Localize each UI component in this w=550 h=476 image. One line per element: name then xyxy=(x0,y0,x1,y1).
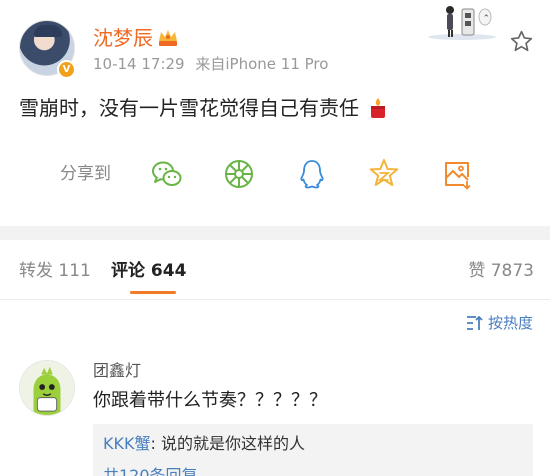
share-label: 分享到 xyxy=(60,164,111,184)
star-outline-icon[interactable] xyxy=(509,29,534,54)
weibo-post: V 沈梦辰 10-14 17:29 来自iPhone 11 Pro ⌃ 雪崩时，… xyxy=(0,0,550,226)
comment-text: 你跟着带什么节奏？？？？？ xyxy=(93,390,327,411)
tab-comment[interactable]: 评论 644 xyxy=(111,260,186,282)
post-meta: 10-14 17:29 来自iPhone 11 Pro xyxy=(93,55,328,73)
svg-text:⌃: ⌃ xyxy=(483,14,491,24)
post-content: 雪崩时，没有一片雪花觉得自己有责任 xyxy=(19,94,389,122)
sort-icon xyxy=(466,315,483,330)
active-tab-indicator xyxy=(130,291,176,294)
commenter-avatar[interactable] xyxy=(19,360,75,416)
post-date: 10-14 17:29 xyxy=(93,55,185,73)
more-replies-link[interactable]: 共120条回复 xyxy=(103,465,523,476)
reply-preview-box[interactable]: KKK蟹: 说的就是你这样的人 共120条回复 xyxy=(93,424,533,476)
screenshot-share-icon[interactable] xyxy=(440,157,474,191)
reply-text: 说的就是你这样的人 xyxy=(160,434,305,453)
reply-username[interactable]: KKK蟹 xyxy=(103,434,150,453)
author-username[interactable]: 沈梦辰 xyxy=(93,26,153,50)
wechat-icon[interactable] xyxy=(150,157,184,191)
post-text: 雪崩时，没有一片雪花觉得自己有责任 xyxy=(19,96,359,120)
reply-line: KKK蟹: 说的就是你这样的人 xyxy=(103,433,523,455)
tab-like[interactable]: 赞 7873 xyxy=(468,260,534,282)
reply-colon: : xyxy=(150,434,161,453)
sort-by-hot-button[interactable]: 按热度 xyxy=(466,313,533,333)
qzone-icon[interactable] xyxy=(367,157,401,191)
moments-icon[interactable] xyxy=(222,157,256,191)
tab-repost[interactable]: 转发 111 xyxy=(19,260,91,282)
post-source: 来自iPhone 11 Pro xyxy=(195,55,329,73)
qq-icon[interactable] xyxy=(295,157,329,191)
commenter-username[interactable]: 团鑫灯 xyxy=(93,361,141,381)
post-tabs: 转发 111 评论 644 赞 7873 xyxy=(0,240,550,300)
figure-decoration-icon: ⌃ xyxy=(428,6,496,40)
sort-label: 按热度 xyxy=(487,314,533,332)
section-divider xyxy=(0,226,550,240)
crown-icon xyxy=(159,30,177,46)
comment-item: 团鑫灯 你跟着带什么节奏？？？？？ KKK蟹: 说的就是你这样的人 共120条回… xyxy=(0,352,550,476)
candle-emoji-icon xyxy=(371,98,386,118)
verified-badge: V xyxy=(57,60,76,79)
tabs-divider xyxy=(0,299,550,300)
